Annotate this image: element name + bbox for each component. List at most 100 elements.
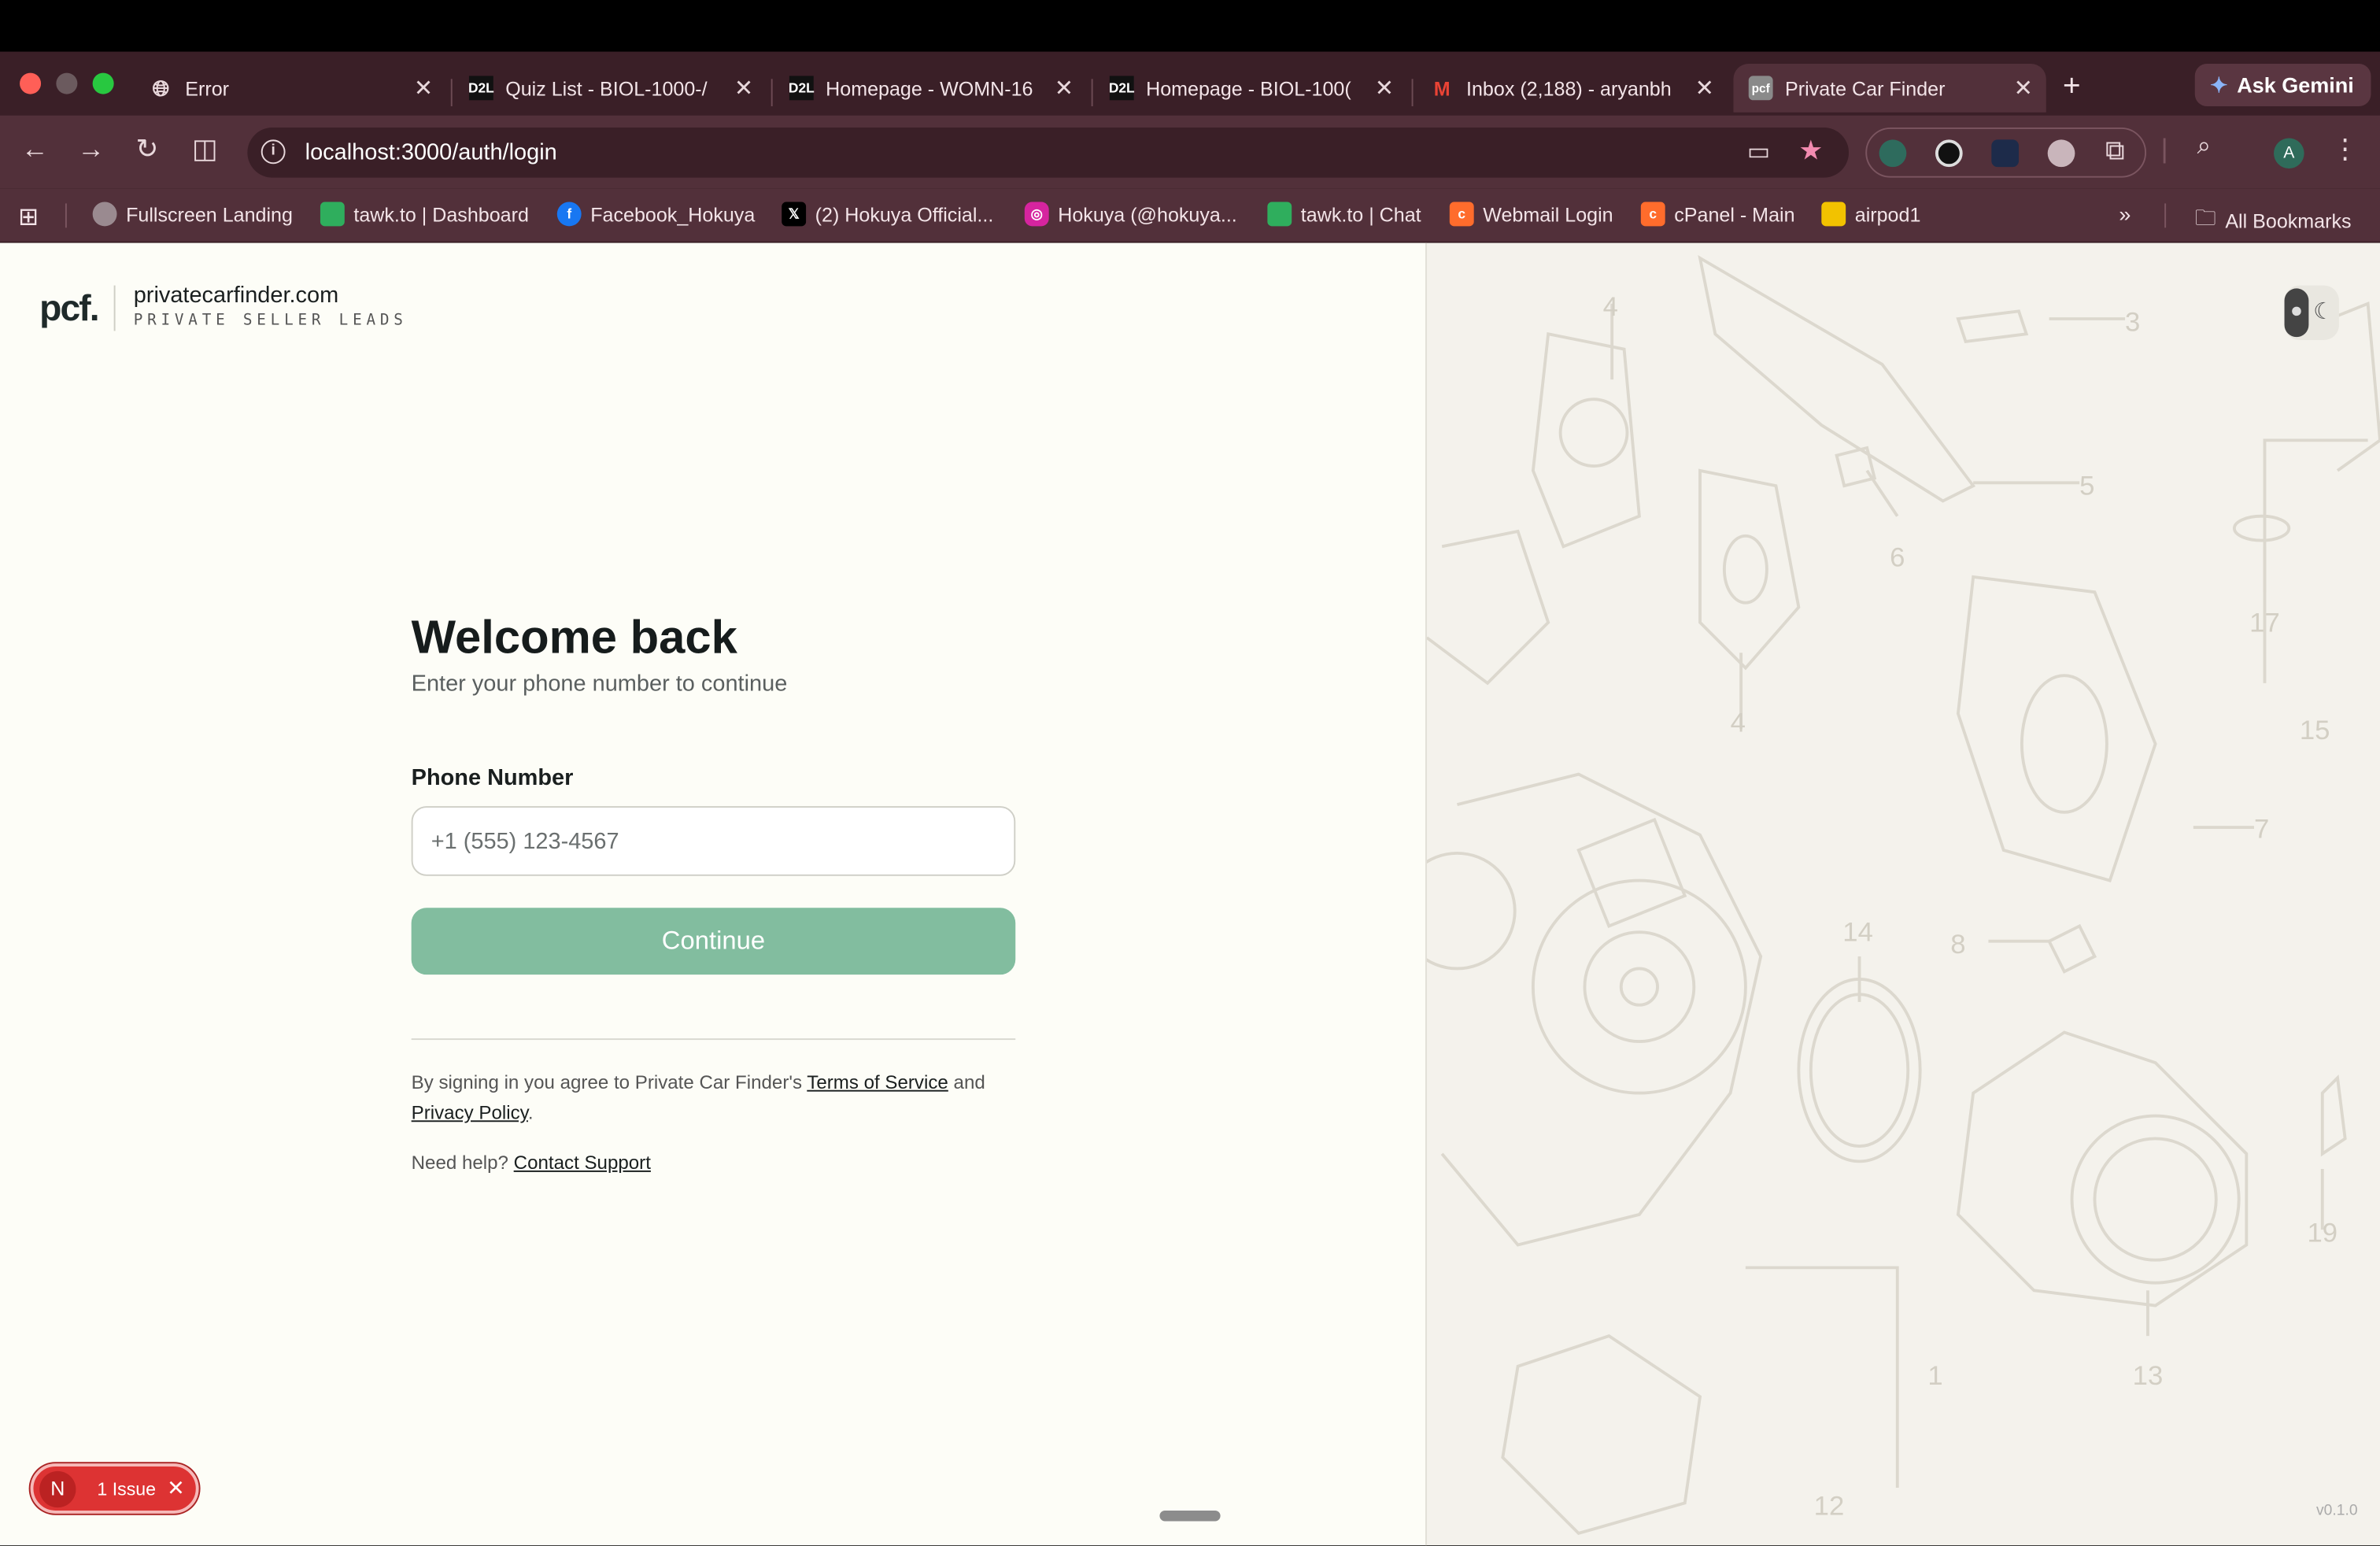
phone-input[interactable] — [411, 806, 1016, 876]
tab-quiz-list[interactable]: D2L Quiz List - BIOL-1000-/ ✕ — [468, 64, 758, 113]
browser-window: 🌐︎ Error ✕ D2L Quiz List - BIOL-1000-/ ✕… — [0, 0, 2380, 1546]
x-icon: 𝕏 — [782, 202, 807, 227]
pcf-icon: pcf — [1748, 76, 1773, 101]
extension-icon[interactable] — [1991, 139, 2020, 168]
diagram-label: 5 — [2079, 472, 2094, 501]
diagram-label: 1 — [1927, 1361, 1942, 1391]
tawk-icon — [320, 202, 345, 227]
bookmark-item[interactable]: tawk.to | Chat — [1267, 202, 1421, 227]
browser-toolbar: ← → ↻ ◫ i localhost:3000/auth/login ▭ ★ … — [0, 115, 2380, 189]
all-bookmarks[interactable]: 🗀︎ All Bookmarks — [2195, 202, 2352, 239]
new-tab-button[interactable]: + — [2063, 70, 2081, 105]
help-text: Need help? Contact Support — [411, 1152, 651, 1174]
bookmark-item[interactable]: f Facebook_Hokuya — [556, 202, 755, 227]
engine-parts-illustration: 4 3 5 6 4 17 15 7 14 8 1 13 12 19 — [1426, 255, 2380, 1536]
card-icon[interactable]: ▭ — [1747, 137, 1770, 168]
bookmarks-bar: ⊞ Fullscreen Landing tawk.to | Dashboard… — [0, 188, 2380, 243]
apps-grid-icon[interactable]: ⊞ — [18, 202, 39, 233]
bookmark-item[interactable]: ◎ Hokuya (@hokuya... — [1024, 202, 1237, 227]
url-text[interactable]: localhost:3000/auth/login — [305, 139, 557, 165]
bookmark-item[interactable]: tawk.to | Dashboard — [320, 202, 529, 227]
ask-gemini-button[interactable]: ✦ Ask Gemini — [2194, 64, 2371, 107]
profile-avatar[interactable]: A — [2274, 138, 2304, 169]
issues-count[interactable]: 1 Issue — [97, 1478, 156, 1500]
continue-button[interactable]: Continue — [411, 908, 1016, 975]
tab-private-car-finder[interactable]: pcf Private Car Finder ✕ — [1733, 64, 2046, 113]
tab-separator — [1091, 79, 1093, 107]
d2l-icon: D2L — [789, 76, 815, 101]
extension-icon[interactable] — [1935, 139, 1963, 168]
close-tab-icon[interactable]: ✕ — [730, 75, 758, 102]
legal-text: By signing in you agree to Private Car F… — [411, 1071, 985, 1124]
close-tab-icon[interactable]: ✕ — [1371, 75, 1399, 102]
theme-toggle[interactable]: ☾ — [2284, 285, 2339, 341]
diagram-label: 13 — [2133, 1361, 2164, 1391]
version-label: v0.1.0 — [2316, 1503, 2358, 1520]
close-window-button[interactable] — [20, 72, 42, 94]
login-panel: pcf. privatecarfinder.com PRIVATE SELLER… — [0, 242, 1427, 1546]
globe-icon: 🌐︎ — [152, 75, 170, 100]
menu-kebab-icon[interactable]: ⋮ — [2327, 134, 2363, 166]
divider — [2164, 203, 2167, 228]
tab-inbox[interactable]: M Inbox (2,188) - aryanbh ✕ — [1430, 64, 1718, 113]
tab-search-icon[interactable]: ⌕ — [2186, 134, 2222, 161]
more-bookmarks-icon[interactable]: » — [2119, 202, 2131, 227]
extensions-group: ⧉ — [1865, 128, 2147, 178]
bookmark-star-icon[interactable]: ★ — [1798, 135, 1823, 168]
diagram-label: 4 — [1731, 708, 1746, 738]
d2l-icon: D2L — [1109, 76, 1135, 101]
minimize-window-button[interactable] — [56, 72, 78, 94]
brand-logo[interactable]: pcf. — [39, 288, 99, 331]
bookmark-item[interactable]: c Webmail Login — [1449, 202, 1613, 227]
diagram-label: 3 — [2125, 307, 2140, 337]
address-bar[interactable]: i localhost:3000/auth/login ▭ ★ — [247, 128, 1850, 178]
cpanel-icon: c — [1640, 202, 1665, 227]
gmail-icon: M — [1433, 76, 1451, 100]
site-info-icon[interactable]: i — [261, 139, 286, 165]
tab-error[interactable]: 🌐︎ Error ✕ — [149, 64, 437, 113]
instagram-icon: ◎ — [1024, 202, 1049, 227]
diagram-label: 7 — [2254, 815, 2269, 845]
split-view-icon[interactable]: ◫ — [187, 134, 223, 166]
close-tab-icon[interactable]: ✕ — [1051, 75, 1078, 102]
diagram-label: 19 — [2307, 1219, 2338, 1248]
illustration-panel: 4 3 5 6 4 17 15 7 14 8 1 13 12 19 ☾ v0.1… — [1426, 242, 2380, 1546]
divider: | — [2160, 133, 2168, 165]
cpanel-icon: c — [1449, 202, 1474, 227]
puzzle-extensions-icon[interactable]: ⧉ — [2105, 135, 2125, 168]
bookmark-item[interactable]: Fullscreen Landing — [92, 202, 293, 227]
tab-homepage-womn[interactable]: D2L Homepage - WOMN-16 ✕ — [789, 64, 1077, 113]
globe-icon — [92, 202, 117, 227]
facebook-icon: f — [556, 202, 582, 227]
close-tab-icon[interactable]: ✕ — [410, 75, 438, 102]
bookmark-item[interactable]: 𝕏 (2) Hokuya Official... — [782, 202, 993, 227]
diagram-label: 4 — [1603, 292, 1618, 322]
diagram-label: 14 — [1842, 918, 1873, 948]
extension-icon[interactable] — [1879, 139, 1907, 168]
gemini-sparkle-icon: ✦ — [2210, 72, 2228, 97]
reload-button[interactable]: ↻ — [129, 134, 165, 166]
diagram-label: 8 — [1950, 930, 1965, 960]
bookmark-item[interactable]: c cPanel - Main — [1640, 202, 1795, 227]
incognito-extension-icon[interactable] — [2047, 139, 2075, 168]
contact-support-link[interactable]: Contact Support — [514, 1152, 651, 1174]
page-subtitle: Enter your phone number to continue — [411, 671, 788, 697]
privacy-link[interactable]: Privacy Policy — [412, 1102, 528, 1123]
bookmark-item[interactable]: airpod1 — [1821, 202, 1920, 227]
close-icon[interactable]: ✕ — [167, 1476, 185, 1502]
close-tab-icon[interactable]: ✕ — [1691, 75, 1718, 102]
d2l-icon: D2L — [468, 76, 494, 101]
brand-tagline: PRIVATE SELLER LEADS — [133, 313, 408, 330]
forward-button[interactable]: → — [73, 134, 109, 166]
phone-label: Phone Number — [411, 765, 574, 791]
resize-handle[interactable] — [1159, 1510, 1221, 1522]
moon-icon: ☾ — [2313, 298, 2334, 325]
issues-badge[interactable]: N 1 Issue ✕ — [30, 1463, 199, 1514]
diagram-label: 15 — [2300, 716, 2330, 745]
close-tab-icon[interactable]: ✕ — [2009, 75, 2037, 102]
tab-homepage-biol[interactable]: D2L Homepage - BIOL-100( ✕ — [1109, 64, 1399, 113]
back-button[interactable]: ← — [17, 134, 53, 166]
terms-link[interactable]: Terms of Service — [807, 1072, 948, 1093]
maximize-window-button[interactable] — [92, 72, 114, 94]
airpod-icon — [1821, 202, 1846, 227]
